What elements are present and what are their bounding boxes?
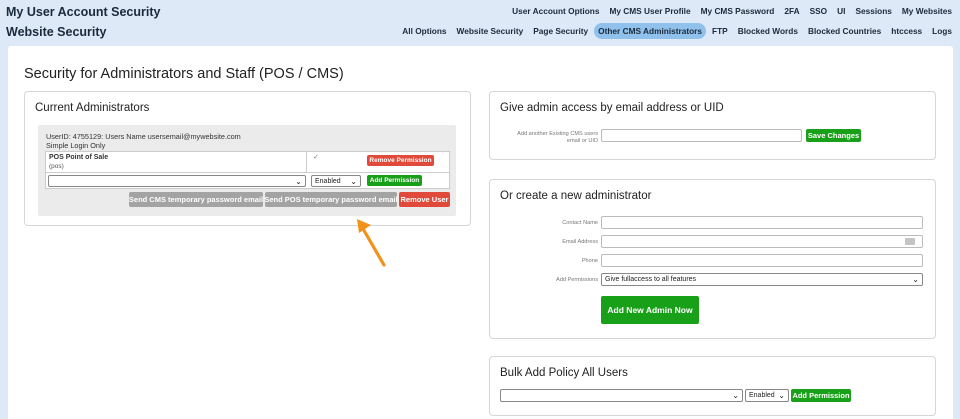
admin-user-line: UserID: 4755129: Users Name usersemail@m… [46,132,241,141]
contact-name-label: Contact Name [562,220,598,226]
main-content: Security for Administrators and Staff (P… [8,46,953,419]
chevron-down-icon: ⌄ [350,177,357,186]
nav-htccess[interactable]: htccess [887,23,926,39]
arrow-icon [357,219,386,267]
add-permissions-value: Give fullaccess to all features [605,276,697,283]
contact-name-input[interactable] [601,216,923,229]
nav-all-options[interactable]: All Options [398,23,450,39]
top-bar: My User Account Security User Account Op… [0,0,960,44]
phone-input[interactable] [601,254,923,267]
bulk-add-title: Bulk Add Policy All Users [500,367,628,379]
permissions-table: POS Point of Sale (pos) ✓ Remove Permiss… [45,151,450,189]
nav-blocked-countries[interactable]: Blocked Countries [804,23,885,39]
account-security-title: My User Account Security [6,5,161,19]
chevron-down-icon: ⌄ [732,391,739,400]
nav-2fa[interactable]: 2FA [780,3,803,19]
chevron-down-icon: ⌄ [778,391,785,400]
permission-row: POS Point of Sale (pos) ✓ Remove Permiss… [46,152,449,173]
permission-status-value: Enabled [315,177,341,185]
account-nav: User Account Options My CMS User Profile… [508,3,956,19]
nav-my-cms-user-profile[interactable]: My CMS User Profile [605,3,694,19]
bulk-add-permission-button[interactable]: Add Permission [791,389,851,402]
nav-blocked-words[interactable]: Blocked Words [734,23,802,39]
add-permission-button[interactable]: Add Permission [367,175,422,186]
add-permissions-select[interactable]: Give fullaccess to all features ⌄ [601,273,923,286]
remove-user-button[interactable]: Remove User [399,192,450,207]
website-security-nav: All Options Website Security Page Securi… [398,23,956,39]
bulk-status-value: Enabled [749,392,775,399]
chevron-down-icon: ⌄ [295,177,302,186]
nav-other-cms-administrators[interactable]: Other CMS Administrators [594,23,707,39]
add-permissions-label: Add Permissions [556,277,598,283]
permission-name: POS Point of Sale [49,154,109,161]
nav-user-account-options[interactable]: User Account Options [508,3,603,19]
nav-page-security[interactable]: Page Security [529,23,592,39]
bulk-policy-select[interactable]: ⌄ [500,389,743,402]
send-pos-temp-password-button[interactable]: Send POS temporary password email [264,192,398,207]
existing-user-field-label: Add another Existing CMS users email or … [517,131,598,144]
nav-website-security[interactable]: Website Security [453,23,528,39]
permission-select[interactable]: ⌄ [48,175,306,187]
bulk-add-panel: Bulk Add Policy All Users ⌄ Enabled ⌄ Ad… [489,356,936,416]
create-admin-title: Or create a new administrator [500,190,652,202]
create-admin-panel: Or create a new administrator Contact Na… [489,179,936,339]
nav-ui[interactable]: UI [833,3,849,19]
admin-card: UserID: 4755129: Users Name usersemail@m… [38,125,456,216]
current-administrators-panel: Current Administrators UserID: 4755129: … [24,91,471,226]
bulk-status-select[interactable]: Enabled ⌄ [745,389,789,402]
email-address-label: Email Address [562,239,598,245]
current-administrators-title: Current Administrators [35,102,150,114]
nav-sso[interactable]: SSO [806,3,832,19]
page-title: Security for Administrators and Staff (P… [24,66,344,82]
website-security-title: Website Security [6,25,107,39]
add-new-admin-button[interactable]: Add New Admin Now [601,296,699,324]
nav-my-cms-password[interactable]: My CMS Password [697,3,779,19]
give-admin-access-title: Give admin access by email address or UI… [500,102,724,114]
nav-sessions[interactable]: Sessions [851,3,895,19]
remove-permission-button[interactable]: Remove Permission [367,155,434,166]
permission-row-divider [306,152,307,173]
nav-my-websites[interactable]: My Websites [898,3,956,19]
email-address-input[interactable] [601,235,923,248]
check-icon: ✓ [313,154,319,161]
send-cms-temp-password-button[interactable]: Send CMS temporary password email [129,192,263,207]
phone-label: Phone [581,258,598,264]
contact-card-icon[interactable] [905,238,915,245]
nav-ftp[interactable]: FTP [708,23,732,39]
save-changes-button[interactable]: Save Changes [806,129,861,142]
nav-logs[interactable]: Logs [928,23,956,39]
give-admin-access-panel: Give admin access by email address or UI… [489,91,936,160]
permission-code: (pos) [49,163,64,170]
permission-status-select[interactable]: Enabled ⌄ [311,175,361,187]
admin-login-type: Simple Login Only [46,141,106,150]
chevron-down-icon: ⌄ [912,275,919,284]
existing-user-input[interactable] [601,129,802,142]
